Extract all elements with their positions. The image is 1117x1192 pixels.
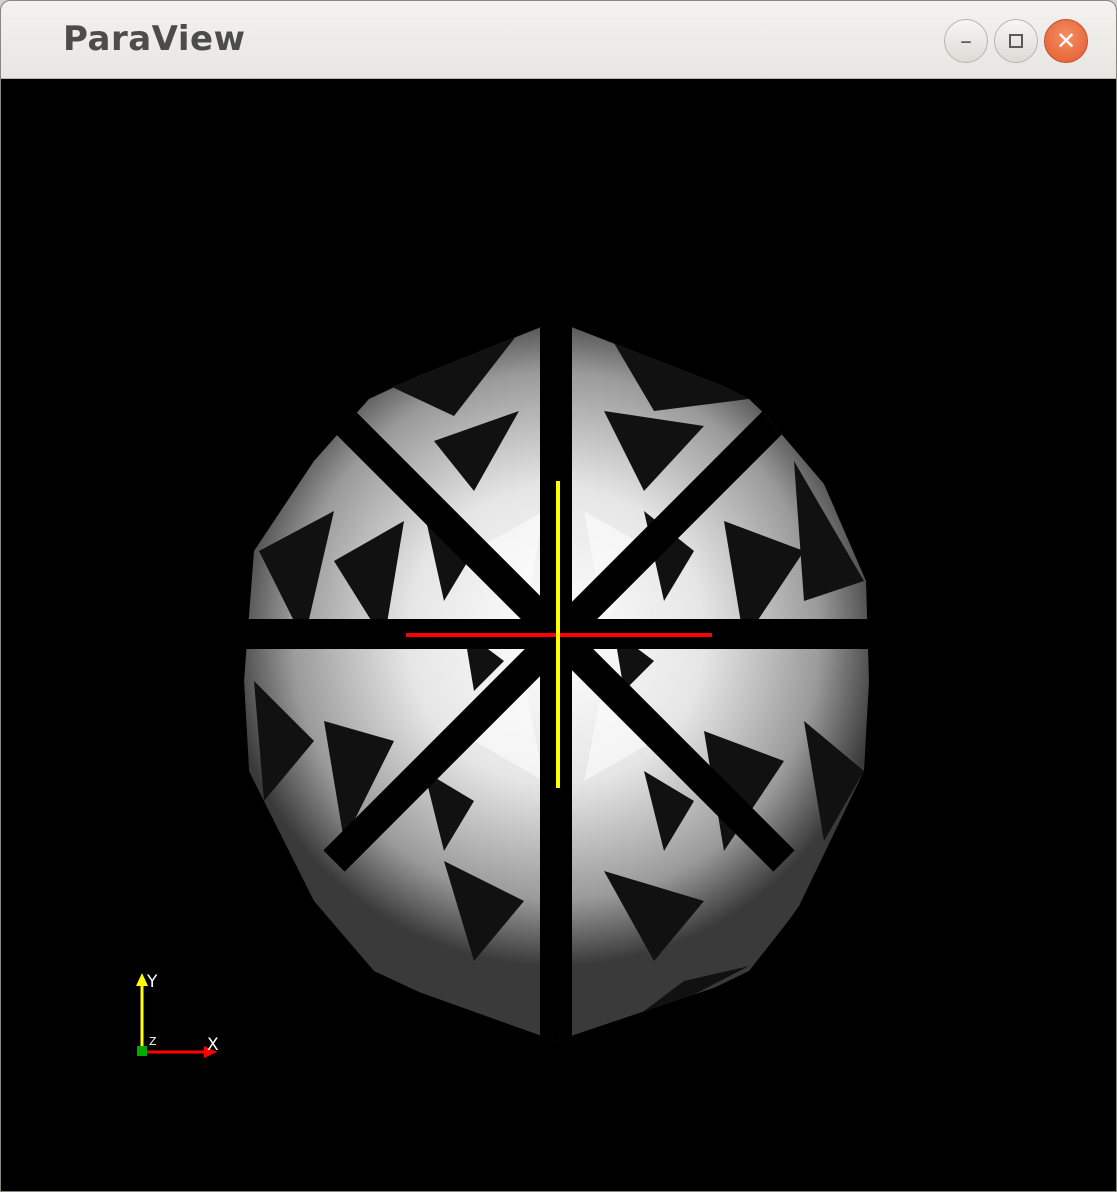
minimize-button[interactable]: – [944,19,988,63]
render-canvas: Y X Z [136,321,872,1058]
orientation-axis-z-label: Z [149,1035,157,1048]
window-title: ParaView [63,19,246,59]
render-view[interactable]: Y X Z [4,81,1115,1190]
orientation-axis-y-label: Y [146,972,158,992]
orientation-axes: Y X Z [136,972,219,1058]
orientation-axis-x-label: X [207,1035,219,1055]
maximize-icon [1009,34,1023,48]
title-bar[interactable]: ParaView – ✕ [1,1,1116,79]
maximize-button[interactable] [994,19,1038,63]
minimize-icon: – [960,27,972,55]
close-button[interactable]: ✕ [1044,19,1088,63]
close-icon: ✕ [1055,27,1077,55]
orientation-axis-z-marker [137,1046,147,1056]
paraview-window: ParaView – ✕ Y X Z [0,0,1117,1192]
